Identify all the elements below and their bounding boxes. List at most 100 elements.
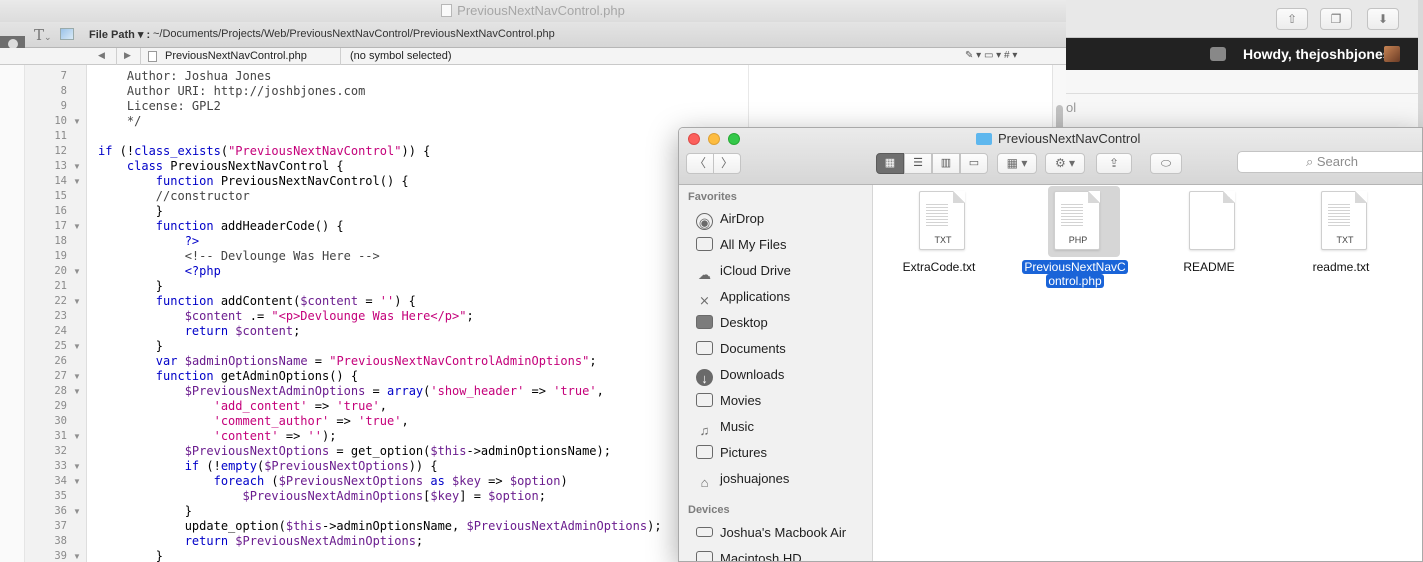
sidebar-item-label: Downloads <box>720 367 785 382</box>
file-name: ExtraCode.txt <box>902 260 976 274</box>
sidebar-item-home[interactable]: ⌂ joshuajones <box>696 468 790 490</box>
arrange-button[interactable]: ▦ ▾ <box>997 153 1037 174</box>
wp-howdy-text[interactable]: Howdy, thejoshbjones <box>1243 46 1391 62</box>
cloud-icon: ☁ <box>698 267 711 282</box>
sidebar-item-label: Music <box>720 419 754 434</box>
column-view-button[interactable]: ▥ <box>932 153 960 174</box>
line-number: 36 <box>54 505 67 517</box>
sidebar-item-icloud-drive[interactable]: ☁ iCloud Drive <box>696 260 791 282</box>
nav-tools[interactable]: ✎ ▾ ▭ ▾ # ▾ <box>965 50 1017 61</box>
code-line: Author URI: http://joshbjones.com <box>98 84 366 98</box>
file-path-label[interactable]: File Path ▾ : <box>89 28 150 41</box>
zoom-window-button[interactable] <box>728 133 740 145</box>
sidebar-item-airdrop[interactable]: ◉ AirDrop <box>696 208 764 230</box>
forward-button[interactable]: 〉 <box>713 153 741 174</box>
tabs-icon[interactable]: ❐ <box>1320 8 1352 30</box>
sidebar-item-applications[interactable]: ⨯ Applications <box>696 286 790 308</box>
folder-icon <box>976 133 992 145</box>
sidebar-item-macintosh-hd[interactable]: Macintosh HD <box>696 548 802 561</box>
finder-sidebar: Favorites ◉ AirDrop All My Files ☁ iCloud … <box>679 185 873 561</box>
fold-arrow-icon[interactable]: ▼ <box>73 369 81 384</box>
fold-arrow-icon[interactable]: ▼ <box>73 429 81 444</box>
search-input[interactable]: ⌕ Search <box>1237 151 1422 173</box>
line-number: 39 <box>54 550 67 562</box>
fold-arrow-icon[interactable]: ▼ <box>73 114 81 129</box>
code-line: return $content; <box>184 324 301 338</box>
editor-title-bar: PreviousNextNavControl.php <box>0 0 1066 22</box>
line-number: 29 <box>54 400 67 412</box>
symbol-menu[interactable]: (no symbol selected) <box>350 50 452 62</box>
line-number: 9 <box>60 100 67 112</box>
line-number: 34 <box>54 475 67 487</box>
code-line: <?php <box>184 264 221 278</box>
home-icon: ⌂ <box>700 475 709 490</box>
file-name-line: ontrol.php <box>1046 274 1104 288</box>
line-number: 23 <box>54 310 67 322</box>
fold-arrow-icon[interactable]: ▼ <box>73 339 81 354</box>
line-number: 18 <box>54 235 67 247</box>
divider <box>116 48 117 65</box>
share-icon[interactable]: ⇧ <box>1276 8 1308 30</box>
line-number: 12 <box>54 145 67 157</box>
fold-arrow-icon[interactable]: ▼ <box>73 219 81 234</box>
sidebar-item-pictures[interactable]: Pictures <box>696 442 767 464</box>
sidebar-item-movies[interactable]: Movies <box>696 390 761 412</box>
code-area[interactable]: Author: Joshua Jones Author URI: http://… <box>88 65 748 562</box>
text-icon[interactable]: T⌄ <box>34 26 52 44</box>
code-line: 'comment_author' => 'true', <box>213 414 409 428</box>
sidebar-item-documents[interactable]: Documents <box>696 338 786 360</box>
nav-file-menu[interactable]: PreviousNextNavControl.php <box>165 50 307 62</box>
download-icon[interactable]: ⬇ <box>1367 8 1399 30</box>
file-path-value: ~/Documents/Projects/Web/PreviousNextNav… <box>153 28 555 40</box>
sidebar-item-all-my-files[interactable]: All My Files <box>696 234 786 256</box>
gear-icon[interactable]: ⚙ ▾ <box>1045 153 1085 174</box>
close-window-button[interactable] <box>688 133 700 145</box>
line-number: 27 <box>54 370 67 382</box>
line-number: 17 <box>54 220 67 232</box>
line-number: 16 <box>54 205 67 217</box>
back-arrow-icon[interactable]: ◀ <box>98 50 105 61</box>
share-icon[interactable]: ⇪ <box>1096 153 1132 174</box>
text-document-icon: TXT <box>919 191 965 250</box>
fold-arrow-icon[interactable]: ▼ <box>73 294 81 309</box>
code-line: } <box>98 504 192 518</box>
line-number: 38 <box>54 535 67 547</box>
line-number: 32 <box>54 445 67 457</box>
code-line: 'add_content' => 'true', <box>213 399 388 413</box>
line-number: 28 <box>54 385 67 397</box>
icon-view-button[interactable]: ▦ <box>876 153 904 174</box>
tag-icon[interactable]: ⬭ <box>1150 153 1182 174</box>
sidebar-item-music[interactable]: ♫ Music <box>696 416 754 438</box>
cover-flow-button[interactable]: ▭ <box>960 153 988 174</box>
fold-arrow-icon[interactable]: ▼ <box>73 549 81 562</box>
file-name-selected: PreviousNextNavC ontrol.php <box>1018 260 1132 288</box>
sidebar-item-downloads[interactable]: ↓ Downloads <box>696 364 784 386</box>
sidebar-item-label: AirDrop <box>720 211 765 226</box>
fold-arrow-icon[interactable]: ▼ <box>73 174 81 189</box>
forward-arrow-icon[interactable]: ▶ <box>124 50 131 61</box>
fold-arrow-icon[interactable]: ▼ <box>73 264 81 279</box>
file-name: readme.txt <box>1312 260 1370 274</box>
list-view-button[interactable]: ☰ <box>904 153 932 174</box>
fold-arrow-icon[interactable]: ▼ <box>73 384 81 399</box>
sidebar-item-macbook[interactable]: Joshua's Macbook Air <box>696 522 846 544</box>
editor-toolbar: T⌄ File Path ▾ : ~/Documents/Projects/We… <box>0 22 1066 48</box>
comment-bubble-icon[interactable] <box>1210 47 1226 61</box>
line-number: 20 <box>54 265 67 277</box>
fold-arrow-icon[interactable]: ▼ <box>73 474 81 489</box>
minimize-window-button[interactable] <box>708 133 720 145</box>
fold-arrow-icon[interactable]: ▼ <box>73 459 81 474</box>
fold-arrow-icon[interactable]: ▼ <box>73 504 81 519</box>
line-number: 13 <box>54 160 67 172</box>
fold-arrow-icon[interactable]: ▼ <box>73 159 81 174</box>
back-button[interactable]: 〈 <box>686 153 714 174</box>
line-number: 24 <box>54 325 67 337</box>
sidebar-item-label: Movies <box>720 393 762 408</box>
avatar[interactable] <box>1384 46 1400 62</box>
line-number: 14 <box>54 175 67 187</box>
image-icon[interactable] <box>60 28 74 40</box>
code-line: return $PreviousNextAdminOptions; <box>184 534 424 548</box>
sidebar-item-desktop[interactable]: Desktop <box>696 312 768 334</box>
line-number: 19 <box>54 250 67 262</box>
code-line: if (!empty($PreviousNextOptions)) { <box>184 459 438 473</box>
